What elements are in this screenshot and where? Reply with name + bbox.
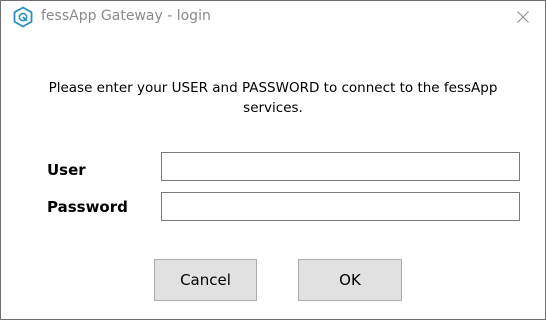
fessapp-logo-icon — [12, 6, 34, 28]
user-input[interactable] — [161, 152, 520, 181]
close-button[interactable] — [501, 1, 545, 33]
password-input[interactable] — [161, 192, 520, 221]
window-title: fessApp Gateway - login — [41, 8, 211, 24]
login-dialog: fessApp Gateway - login Please enter you… — [0, 0, 546, 320]
password-label: Password — [47, 198, 128, 216]
instruction-message: Please enter your USER and PASSWORD to c… — [48, 80, 498, 116]
cancel-button[interactable]: Cancel — [154, 259, 257, 301]
title-bar: fessApp Gateway - login — [1, 1, 545, 33]
user-label: User — [47, 161, 86, 179]
ok-button[interactable]: OK — [298, 259, 402, 301]
close-icon — [517, 11, 529, 23]
